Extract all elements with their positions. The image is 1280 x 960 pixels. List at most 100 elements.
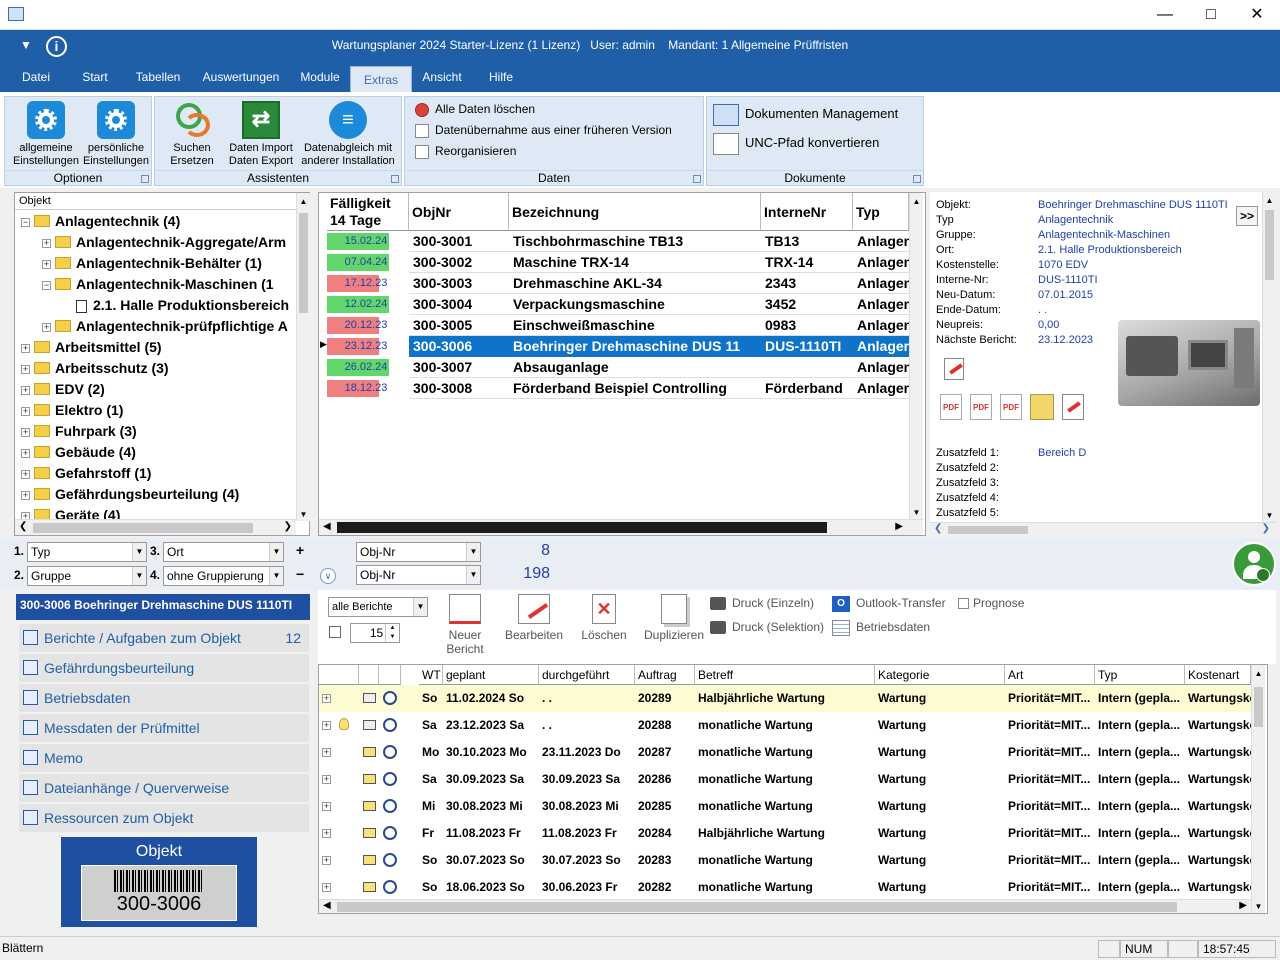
group-launcher-icon[interactable] (693, 175, 701, 183)
daten-import-export-button[interactable]: ⇄ Daten Import Daten Export (225, 101, 297, 168)
expand-icon[interactable]: + (21, 448, 30, 458)
col-header-internenr[interactable]: InterneNr (761, 193, 853, 231)
tree-node[interactable]: + EDV (2) (21, 379, 297, 400)
tree-node[interactable]: + Anlagentechnik-Aggregate/Arm (21, 232, 297, 253)
tree-node[interactable]: + Gefahrstoff (1) (21, 463, 297, 484)
info-value[interactable]: . . (1038, 303, 1047, 318)
filter-2-select[interactable]: Gruppe ▼ (27, 566, 147, 586)
menu-module[interactable]: Module (292, 64, 348, 92)
grid-hscroll[interactable]: ◀ ▶ (319, 519, 923, 535)
nav-item[interactable]: Betriebsdaten (19, 684, 309, 712)
report-row[interactable]: + Sa 30.09.2023 Sa 30.09.2023 Sa 20286 monatl… (319, 766, 1251, 793)
allgemeine-einstellungen-button[interactable]: allgemeine Einstellungen (9, 101, 83, 168)
alle-daten-loeschen-item[interactable]: Alle Daten löschen (415, 99, 535, 120)
report-row[interactable]: + So 11.02.2024 So . . 20289 Halbjährliche Wa… (319, 685, 1251, 712)
object-row[interactable]: 18.12.23 300-3008 Förderband Beispiel Cont… (327, 378, 909, 399)
col-header-faelligkeit[interactable]: Fälligkeit 14 Tage (327, 193, 409, 231)
filter-3-select[interactable]: Ort ▼ (163, 542, 284, 562)
report-row[interactable]: + Mo 30.10.2023 Mo 23.11.2023 Do 20287 monatl… (319, 739, 1251, 766)
expand-icon[interactable]: + (21, 385, 30, 395)
tree-hscroll[interactable]: ❮ ❯ (15, 519, 296, 535)
col-header-durchgefuehrt[interactable]: durchgeführt (539, 665, 635, 685)
edit-doc-icon[interactable] (1062, 394, 1084, 420)
expand-icon[interactable]: + (42, 322, 51, 332)
duplizieren-button[interactable]: Duplizieren (640, 594, 708, 642)
col-header-art[interactable]: Art (1005, 665, 1095, 685)
col-header-kostenart[interactable]: Kostenart (1185, 665, 1251, 685)
info-vscroll[interactable]: ▲ ▼ (1262, 192, 1276, 522)
menu-datei[interactable]: Datei (10, 64, 62, 92)
col-header-kategorie[interactable]: Kategorie (875, 665, 1005, 685)
maximize-button[interactable]: □ (1188, 0, 1234, 30)
remove-filter-icon[interactable]: − (296, 566, 304, 582)
col-header-bezeichnung[interactable]: Bezeichnung (509, 193, 761, 231)
menu-ansicht[interactable]: Ansicht (414, 64, 470, 92)
expand-icon[interactable]: + (322, 883, 331, 892)
pdf-icon[interactable]: PDF (970, 394, 992, 420)
tree-node[interactable]: + Fuhrpark (3) (21, 421, 297, 442)
prognose-checkbox[interactable]: Prognose (958, 596, 1024, 610)
filter-4-select[interactable]: ohne Gruppierung ▼ (163, 566, 284, 586)
info-hscroll[interactable]: ❮ ❯ (930, 522, 1276, 536)
info-value[interactable]: Anlagentechnik (1038, 213, 1113, 228)
filter-1-select[interactable]: Typ ▼ (27, 542, 147, 562)
info-value[interactable]: 0,00 (1038, 318, 1059, 333)
report-row[interactable]: + Mi 30.08.2023 Mi 30.08.2023 Mi 20285 monatl… (319, 793, 1251, 820)
tree-node[interactable]: + Anlagentechnik-Behälter (1) (21, 253, 297, 274)
tree-node[interactable]: + Arbeitsschutz (3) (21, 358, 297, 379)
info-value[interactable]: Anlagentechnik-Maschinen (1038, 228, 1170, 243)
tree-node[interactable]: + Geräte (4) (21, 505, 297, 519)
col-header-betreff[interactable]: Betreff (695, 665, 875, 685)
druck-selektion-button[interactable]: Druck (Selektion) (710, 620, 824, 635)
sort-select-1[interactable]: Obj-Nr ▼ (356, 542, 481, 562)
pdf-icon[interactable]: PDF (940, 394, 962, 420)
report-checkbox[interactable] (329, 626, 341, 638)
druck-einzeln-button[interactable]: Druck (Einzeln) (710, 596, 814, 611)
col-header-clock[interactable] (379, 665, 401, 685)
expand-icon[interactable]: + (21, 406, 30, 416)
object-row[interactable]: 23.12.23 300-3006 Boehringer Drehmaschine … (327, 336, 909, 357)
suchen-ersetzen-button[interactable]: Suchen Ersetzen (159, 101, 225, 168)
betriebsdaten-button[interactable]: Betriebsdaten (832, 620, 930, 636)
expand-icon[interactable]: + (21, 427, 30, 437)
expand-icon[interactable]: + (322, 829, 331, 838)
info-value[interactable]: 2.1. Halle Produktionsbereich (1038, 243, 1182, 258)
nav-item[interactable]: Dateianhänge / Querverweise (19, 774, 309, 802)
nav-item[interactable]: Memo (19, 744, 309, 772)
close-button[interactable]: ✕ (1234, 0, 1280, 30)
col-header-typ[interactable]: Typ (1095, 665, 1185, 685)
group-launcher-icon[interactable] (913, 175, 921, 183)
info-value[interactable]: 07.01.2015 (1038, 288, 1093, 303)
grid-vscroll[interactable]: ▲ ▼ (909, 193, 923, 519)
object-row[interactable]: 17.12.23 300-3003 Drehmaschine AKL-34 2343 A… (327, 273, 909, 294)
expand-icon[interactable]: + (42, 259, 51, 269)
object-row[interactable]: 20.12.23 300-3005 Einschweißmaschine 0983 An… (327, 315, 909, 336)
menu-start[interactable]: Start (70, 64, 120, 92)
col-header-status[interactable] (359, 665, 379, 685)
group-launcher-icon[interactable] (391, 175, 399, 183)
col-header-wt[interactable]: WT (419, 665, 443, 685)
col-header-typ[interactable]: Typ (853, 193, 909, 231)
tree-node[interactable]: 2.1. Halle Produktionsbereich (21, 295, 297, 316)
tree-node[interactable]: + Gefährdungsbeurteilung (4) (21, 484, 297, 505)
tree-node[interactable]: − Anlagentechnik-Maschinen (1 (21, 274, 297, 295)
expand-icon[interactable]: + (322, 721, 331, 730)
info-value[interactable]: Boehringer Drehmaschine DUS 1110TI (1038, 198, 1228, 213)
pdf-icon[interactable]: PDF (1000, 394, 1022, 420)
archive-icon[interactable] (1030, 394, 1054, 420)
reports-hscroll[interactable]: ◀ ▶ (319, 899, 1251, 913)
col-header-expand[interactable] (319, 665, 359, 685)
edit-doc-icon[interactable] (944, 358, 964, 380)
tree-node[interactable]: + Arbeitsmittel (5) (21, 337, 297, 358)
more-button[interactable]: >> (1236, 206, 1258, 226)
expand-icon[interactable]: + (21, 364, 30, 374)
info-value[interactable]: DUS-1110TI (1038, 273, 1098, 288)
reorganisieren-item[interactable]: Reorganisieren (415, 141, 516, 162)
tree-node[interactable]: − Anlagentechnik (4) (21, 211, 297, 232)
datenuebernahme-item[interactable]: Datenübernahme aus einer früheren Versio… (415, 120, 672, 141)
expand-icon[interactable]: + (21, 511, 30, 519)
sort-select-2[interactable]: Obj-Nr ▼ (356, 565, 481, 585)
collapse-icon[interactable]: − (21, 217, 30, 227)
report-filter-select[interactable]: alle Berichte ▼ (328, 597, 428, 617)
expand-icon[interactable]: + (21, 490, 30, 500)
